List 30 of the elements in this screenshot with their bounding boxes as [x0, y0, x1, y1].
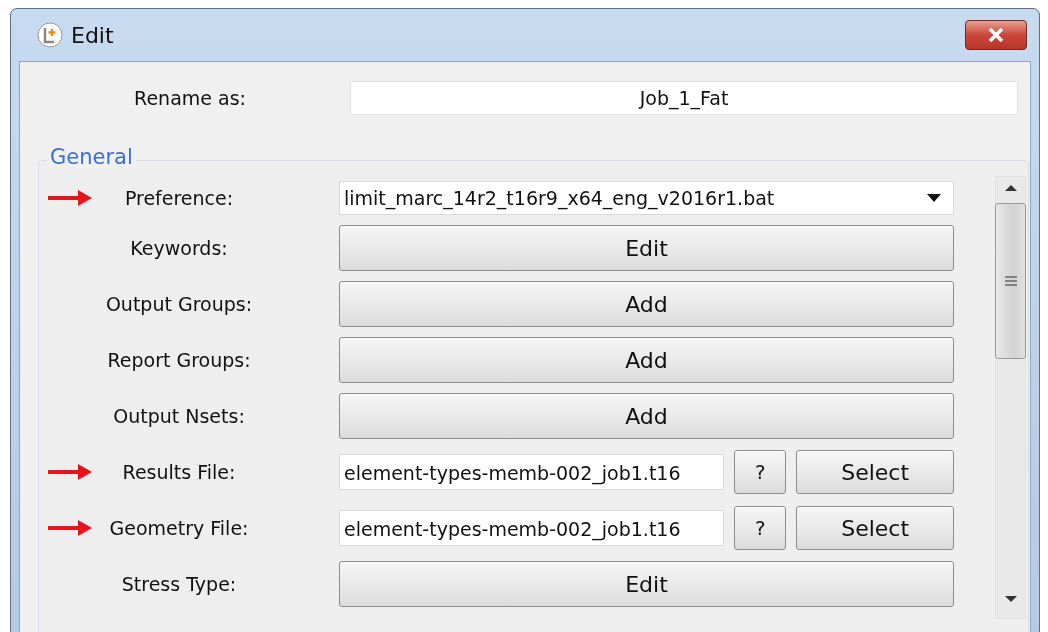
action-button[interactable]: Add [339, 393, 954, 439]
file-path-field[interactable]: element-types-memb-002_job1.t16 [339, 510, 725, 546]
field-label: Output Nsets: [112, 405, 246, 427]
scroll-thumb[interactable] [995, 203, 1026, 359]
scrollbar[interactable] [995, 176, 1026, 619]
close-button[interactable] [965, 20, 1027, 50]
file-path-field[interactable]: element-types-memb-002_job1.t16 [339, 454, 725, 490]
close-icon [987, 27, 1005, 43]
window-title: Edit [71, 22, 115, 48]
action-button[interactable]: Add [339, 337, 954, 383]
field-label: Output Groups: [104, 293, 254, 315]
help-button[interactable]: ? [734, 450, 787, 494]
action-button[interactable]: Edit [339, 225, 954, 271]
field-label: Results File: [121, 461, 237, 483]
rename-label: Rename as: [133, 87, 247, 109]
field-label: Stress Type: [120, 573, 238, 595]
dropdown-arrow-icon [927, 194, 941, 202]
help-button[interactable]: ? [734, 506, 787, 550]
select-button[interactable]: Select [796, 506, 954, 550]
rename-field[interactable]: Job_1_Fat [350, 81, 1018, 115]
action-button[interactable]: Edit [339, 561, 954, 607]
field-label: Geometry File: [108, 517, 250, 539]
field-label: Keywords: [129, 237, 229, 259]
preference-dropdown[interactable]: limit_marc_14r2_t16r9_x64_eng_v2016r1.bat [339, 181, 954, 215]
app-icon [37, 22, 63, 48]
field-label: Preference: [123, 187, 235, 209]
grip-icon [1003, 275, 1018, 287]
action-button[interactable]: Add [339, 281, 954, 327]
select-button[interactable]: Select [796, 450, 954, 494]
field-label: Report Groups: [106, 349, 252, 371]
